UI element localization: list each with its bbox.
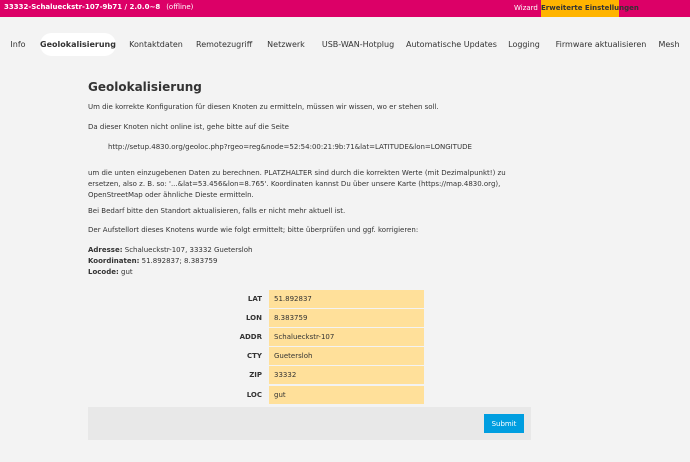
tab-firmware-aktualisieren[interactable]: Firmware aktualisieren bbox=[554, 33, 648, 56]
wizard-link[interactable]: Wizard bbox=[514, 4, 538, 12]
form-row-lon: LON bbox=[88, 309, 532, 327]
tab-usb-wan-hotplug[interactable]: USB-WAN-Hotplug bbox=[320, 33, 396, 56]
coordinates-line: Koordinaten: 51.892837; 8.383759 bbox=[88, 257, 218, 265]
zip-input[interactable] bbox=[269, 366, 424, 384]
geoloc-url[interactable]: http://setup.4830.org/geoloc.php?rgeo=re… bbox=[108, 143, 472, 151]
zip-label: ZIP bbox=[249, 371, 262, 379]
tab-automatische-updates[interactable]: Automatische Updates bbox=[406, 33, 497, 56]
tab-kontaktdaten[interactable]: Kontaktdaten bbox=[128, 33, 184, 56]
node-status: (offline) bbox=[166, 3, 194, 11]
lon-input[interactable] bbox=[269, 309, 424, 327]
tab-mesh[interactable]: Mesh bbox=[656, 33, 682, 56]
addr-input[interactable] bbox=[269, 328, 424, 346]
lat-label: LAT bbox=[247, 295, 262, 303]
form-row-zip: ZIP bbox=[88, 366, 532, 384]
tab-remotezugriff[interactable]: Remotezugriff bbox=[196, 33, 252, 56]
top-bar: 33332-Schalueckstr-107-9b71 / 2.0.0~8 (of… bbox=[0, 0, 690, 17]
node-title: 33332-Schalueckstr-107-9b71 / 2.0.0~8 (of… bbox=[4, 3, 194, 11]
offline-text: Da dieser Knoten nicht online ist, gehe … bbox=[88, 123, 289, 131]
advanced-settings-button[interactable]: Erweiterte Einstellungen bbox=[541, 0, 639, 17]
location-hint: Der Aufstellort dieses Knotens wurde wie… bbox=[88, 226, 419, 234]
tab-bar: Info Geolokalisierung Kontaktdaten Remot… bbox=[0, 29, 690, 59]
form-row-cty: CTY bbox=[88, 347, 532, 365]
tab-logging[interactable]: Logging bbox=[506, 33, 542, 56]
addr-label: ADDR bbox=[239, 333, 262, 341]
form-row-lat: LAT bbox=[88, 290, 532, 308]
tab-geolokalisierung[interactable]: Geolokalisierung bbox=[40, 33, 116, 56]
form-row-loc: LOC bbox=[88, 386, 532, 404]
tab-netzwerk[interactable]: Netzwerk bbox=[264, 33, 308, 56]
form-row-addr: ADDR bbox=[88, 328, 532, 346]
lon-label: LON bbox=[245, 314, 262, 322]
cty-label: CTY bbox=[247, 352, 262, 360]
page-title: Geolokalisierung bbox=[88, 80, 202, 94]
loc-input[interactable] bbox=[269, 386, 424, 404]
intro-text: Um die korrekte Konfiguration für diesen… bbox=[88, 103, 439, 111]
instructions-text: um die unten einzugebenen Daten zu berec… bbox=[88, 169, 506, 199]
submit-button[interactable]: Submit bbox=[484, 414, 524, 433]
lat-input[interactable] bbox=[269, 290, 424, 308]
update-hint: Bei Bedarf bitte den Standort aktualisie… bbox=[88, 207, 346, 215]
address-line: Adresse: Schalueckstr-107, 33332 Gueters… bbox=[88, 246, 253, 254]
form-footer: Submit bbox=[88, 407, 531, 440]
locode-line: Locode: gut bbox=[88, 268, 133, 276]
tab-info[interactable]: Info bbox=[6, 33, 30, 56]
cty-input[interactable] bbox=[269, 347, 424, 365]
loc-label: LOC bbox=[246, 391, 262, 399]
